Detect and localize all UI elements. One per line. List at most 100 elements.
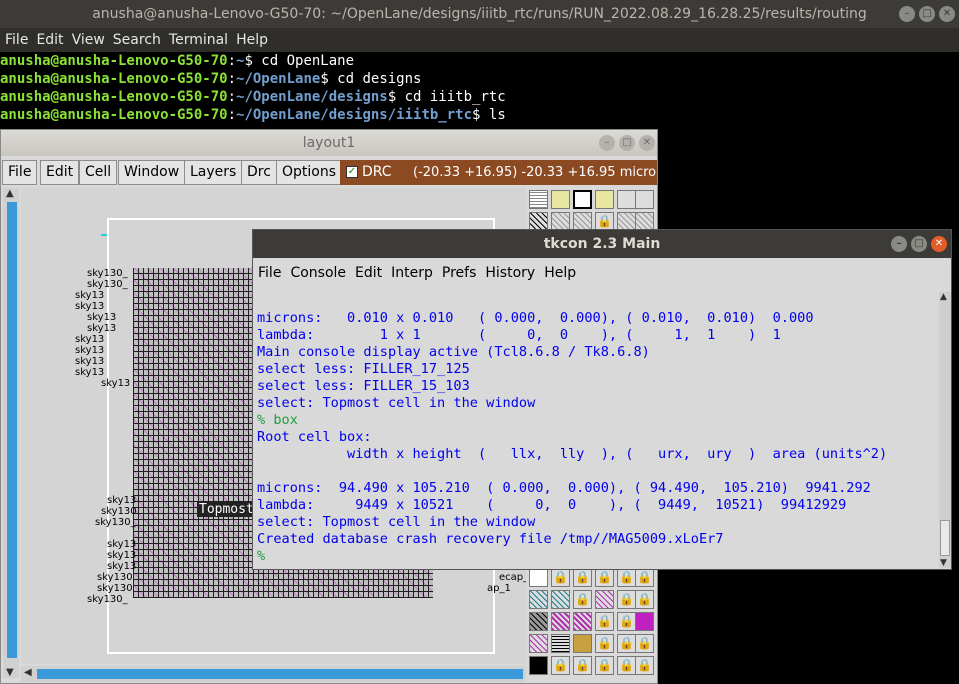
cell-label: sky13 [107,539,137,550]
layer-swatch[interactable] [529,590,548,609]
lock-icon[interactable]: 🔒 [573,568,592,587]
maximize-icon[interactable]: □ [619,135,635,151]
lock-icon[interactable]: 🔒 [635,634,654,653]
maximize-icon[interactable]: □ [919,6,935,22]
console-line: lambda: 9449 x 10521 ( 0, 0 ), ( 9449, 1… [257,497,847,513]
menu-help[interactable]: Help [231,28,271,52]
tkcon-menu-edit[interactable]: Edit [350,258,386,288]
menu-search[interactable]: Search [108,28,164,52]
layer-swatch[interactable] [551,190,570,209]
layer-swatch[interactable] [551,634,570,653]
minimize-icon[interactable]: – [599,135,615,151]
arrow-down-icon[interactable]: ▼ [940,558,947,568]
cell-label: sky13 [87,312,117,323]
lock-icon[interactable]: 🔒 [617,568,636,587]
lock-icon[interactable]: 🔒 [595,656,614,675]
drc-toggle[interactable]: ✓ DRC [340,160,397,185]
menu-file[interactable]: File [0,28,31,52]
layer-swatch[interactable] [617,190,636,209]
console-line: lambda: 1 x 1 ( 0, 0 ), ( 1, 1 ) 1 [257,327,781,343]
minimize-icon[interactable]: – [899,6,915,22]
layer-swatch[interactable] [573,190,592,209]
check-icon[interactable]: ✓ [346,166,358,178]
layer-swatch[interactable] [551,590,570,609]
terminal-line: anusha@anusha-Lenovo-G50-70:~/OpenLane/d… [0,89,506,105]
layout-menu-drc[interactable]: Drc [241,160,277,185]
layout-menu-layers[interactable]: Layers [184,160,243,185]
layer-swatch[interactable] [529,612,548,631]
topmost-cell-label: Topmost [197,502,256,517]
menu-terminal[interactable]: Terminal [164,28,231,52]
lock-icon[interactable]: 🔒 [551,656,570,675]
layout-titlebar[interactable]: layout1 – □ ✕ [1,130,657,156]
layer-swatch[interactable] [573,634,592,653]
arrow-up-icon[interactable]: ▲ [940,292,947,302]
layer-swatch[interactable] [635,612,654,631]
lock-icon[interactable]: 🔒 [595,568,614,587]
layer-swatch[interactable] [529,634,548,653]
scrollbar-thumb[interactable] [940,520,950,556]
scrollbar-thumb[interactable] [37,669,523,679]
console-line: select: Topmost cell in the window [257,395,536,411]
terminal-line: anusha@anusha-Lenovo-G50-70:~/OpenLane$ … [0,71,422,87]
arrow-up-icon[interactable]: ▲ [6,188,14,199]
console-input-prompt[interactable]: % [255,548,939,565]
layout-menu-window[interactable]: Window [118,160,186,185]
menu-view[interactable]: View [67,28,108,52]
layer-swatch[interactable] [595,190,614,209]
lock-icon[interactable]: 🔒 [635,590,654,609]
layer-swatch[interactable] [529,656,548,675]
lock-icon[interactable]: 🔒 [617,612,636,631]
layer-swatch[interactable] [573,612,592,631]
lock-icon[interactable]: 🔒 [573,656,592,675]
layer-swatch[interactable] [635,190,654,209]
cell-label: sky13 [75,367,105,378]
console-line: Main console display active (Tcl8.6.8 / … [257,344,650,360]
lock-icon[interactable]: 🔒 [617,656,636,675]
tkcon-menu-interp[interactable]: Interp [386,258,437,288]
layer-swatch[interactable] [595,590,614,609]
terminal-titlebar[interactable]: anusha@anusha-Lenovo-G50-70: ~/OpenLane/… [0,0,959,28]
layout-menu-edit[interactable]: Edit [40,160,80,185]
lock-icon[interactable]: 🔒 [595,634,614,653]
layout-vertical-scrollbar[interactable]: ▲ ▼ [3,188,19,678]
tkcon-scrollbar[interactable]: ▲ ▼ [939,292,951,568]
minimize-icon[interactable]: – [891,236,907,252]
lock-icon[interactable]: 🔒 [551,568,570,587]
lock-icon[interactable]: 🔒 [617,590,636,609]
lock-icon[interactable]: 🔒 [617,634,636,653]
tkcon-console[interactable]: microns: 0.010 x 0.010 ( 0.000, 0.000), … [255,292,939,568]
tkcon-menu-console[interactable]: Console [285,258,350,288]
layer-swatch[interactable] [551,612,570,631]
cell-label: sky13 [75,290,105,301]
cell-label: ecap_12 [499,572,526,583]
close-icon[interactable]: ✕ [939,6,955,22]
layout-title: layout1 [302,135,356,151]
cell-label: sky130_ [87,268,128,279]
layout-menu-options[interactable]: Options [276,160,343,185]
tkcon-menu-file[interactable]: File [253,258,285,288]
console-line: microns: 0.010 x 0.010 ( 0.000, 0.000), … [257,310,814,326]
maximize-icon[interactable]: □ [911,236,927,252]
tkcon-menu-history[interactable]: History [480,258,539,288]
lock-icon[interactable]: 🔒 [573,590,592,609]
tkcon-titlebar[interactable]: tkcon 2.3 Main – □ ✕ [253,230,951,258]
cell-label: sky130_ [87,279,128,290]
tkcon-menubar: File Console Edit Interp Prefs History Help [253,258,951,288]
layout-horizontal-scrollbar[interactable]: ◀ [21,666,526,682]
layout-menu-cell[interactable]: Cell [79,160,118,185]
lock-icon[interactable]: 🔒 [595,612,614,631]
tkcon-menu-prefs[interactable]: Prefs [437,258,480,288]
lock-icon[interactable]: 🔒 [635,656,654,675]
close-icon[interactable]: ✕ [639,135,655,151]
layout-menu-file[interactable]: File [2,160,38,185]
arrow-down-icon[interactable]: ▼ [6,667,14,678]
layer-swatch[interactable] [529,568,548,587]
tkcon-menu-help[interactable]: Help [539,258,580,288]
scrollbar-thumb[interactable] [7,202,17,658]
layer-swatch[interactable] [529,190,548,209]
arrow-left-icon[interactable]: ◀ [24,667,32,678]
close-icon[interactable]: ✕ [931,236,947,252]
menu-edit[interactable]: Edit [31,28,66,52]
lock-icon[interactable]: 🔒 [635,568,654,587]
